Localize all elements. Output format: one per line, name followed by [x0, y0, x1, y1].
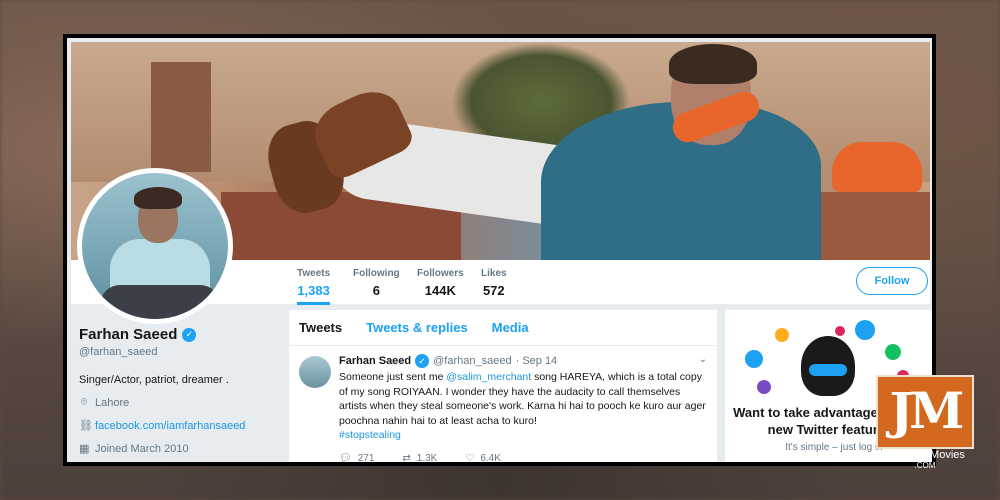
- like-count: 6.4K: [480, 452, 501, 463]
- watermark-letters: JM: [889, 381, 964, 440]
- profile-bio: Singer/Actor, patriot, dreamer .: [79, 374, 229, 386]
- stat-value: 6: [372, 283, 380, 298]
- tweet-author-handle[interactable]: @farhan_saeed: [433, 355, 511, 367]
- stat-likes[interactable]: Likes 572: [481, 268, 507, 298]
- profile-avatar[interactable]: [77, 168, 233, 324]
- profile-name-row: Farhan Saeed ✓: [79, 326, 279, 343]
- stat-followers[interactable]: Followers 144K: [417, 268, 464, 298]
- verified-badge-icon: ✓: [182, 327, 197, 342]
- tweet-actions: 💬︎ 271 ⇄ 1.3K ♡ 6.4K: [339, 453, 707, 463]
- tweet-hashtag-link[interactable]: #stopstealing: [339, 429, 401, 441]
- watermark-logo: JM JhakaasMovies .COM: [876, 375, 974, 473]
- location-text: Lahore: [95, 396, 130, 409]
- watermark-name: JhakaasMovies: [889, 449, 965, 461]
- like-action[interactable]: ♡ 6.4K: [465, 453, 501, 463]
- tweet-mention-link[interactable]: @salim_merchant: [446, 371, 531, 383]
- twitter-profile-page: Tweets 1,383 Following 6 Followers 144K …: [67, 38, 932, 462]
- stat-value: 144K: [424, 283, 456, 298]
- follow-button[interactable]: Follow: [856, 267, 928, 295]
- location-pin-icon: ⌾: [80, 396, 88, 408]
- tweet-author-name[interactable]: Farhan Saeed: [339, 355, 411, 367]
- profile-location: ⌾ Lahore: [79, 396, 279, 409]
- tweet-avatar[interactable]: [299, 356, 331, 388]
- profile-handle[interactable]: @farhan_saeed: [79, 346, 279, 358]
- profile-info: Farhan Saeed ✓ @farhan_saeed Singer/Acto…: [79, 326, 279, 455]
- tweet-text-part: Someone just sent me: [339, 371, 447, 383]
- screenshot-frame: Tweets 1,383 Following 6 Followers 144K …: [63, 34, 936, 466]
- tab-media[interactable]: Media: [492, 320, 529, 335]
- heart-icon: ♡: [465, 452, 475, 463]
- stat-label: Following: [353, 268, 400, 279]
- verified-badge-icon: ✓: [415, 354, 430, 368]
- tab-tweets[interactable]: Tweets: [299, 320, 342, 335]
- tweet-text: Someone just sent me @salim_merchant son…: [339, 370, 707, 443]
- stat-value: 1,383: [297, 283, 330, 298]
- profile-name[interactable]: Farhan Saeed: [79, 326, 177, 343]
- retweet-count: 1.3K: [416, 452, 438, 463]
- joined-text: Joined March 2010: [95, 442, 189, 455]
- stat-label: Followers: [417, 268, 464, 279]
- stat-tweets[interactable]: Tweets 1,383: [297, 268, 331, 305]
- profile-joined: ▦ Joined March 2010: [79, 442, 279, 456]
- stat-label: Tweets: [297, 268, 331, 279]
- retweet-action[interactable]: ⇄ 1.3K: [402, 453, 437, 463]
- retweet-icon: ⇄: [402, 452, 411, 463]
- reply-count: 271: [357, 452, 375, 463]
- calendar-icon: ▦: [79, 443, 90, 455]
- tweet-header: Farhan Saeed ✓ @farhan_saeed · Sep 14: [339, 354, 707, 368]
- timeline: Tweets Tweets & replies Media Farhan Sae…: [289, 310, 717, 462]
- chevron-down-icon[interactable]: ⌄: [699, 354, 707, 365]
- timeline-tabs: Tweets Tweets & replies Media: [289, 310, 717, 346]
- website-link[interactable]: facebook.com/iamfarhansaeed: [95, 420, 245, 432]
- watermark-domain: .COM: [914, 461, 936, 470]
- reply-action[interactable]: 💬︎ 271: [339, 453, 374, 463]
- tweet[interactable]: Farhan Saeed ✓ @farhan_saeed · Sep 14 ⌄ …: [289, 346, 717, 462]
- link-icon: ⛓: [79, 420, 93, 432]
- stat-label: Likes: [481, 268, 507, 279]
- tab-tweets-replies[interactable]: Tweets & replies: [366, 320, 468, 335]
- profile-website[interactable]: ⛓ facebook.com/iamfarhansaeed: [79, 419, 279, 433]
- stat-following[interactable]: Following 6: [353, 268, 400, 298]
- stat-value: 572: [482, 283, 505, 298]
- reply-icon: 💬︎: [339, 452, 352, 463]
- tweet-timestamp[interactable]: · Sep 14: [516, 355, 558, 367]
